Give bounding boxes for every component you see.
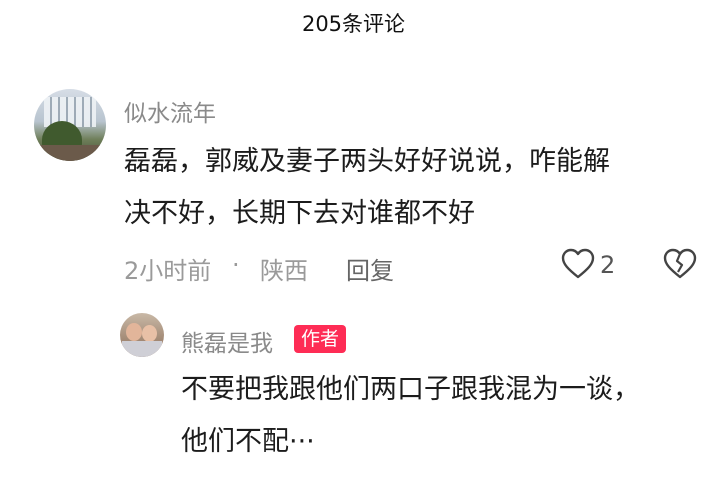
heart-outline-icon[interactable] [561, 248, 595, 280]
author-badge: 作者 [294, 325, 347, 353]
reply-button[interactable]: 回复 [346, 251, 394, 286]
comment-username[interactable]: 似水流年 [124, 94, 216, 128]
meta-separator: · [232, 251, 240, 279]
cutoff-fade [0, 470, 707, 500]
reply-text-line-1: 不要把我跟他们两口子跟我混为一谈， [181, 374, 640, 405]
comments-count-title: 205条评论 [301, 12, 406, 36]
like-count: 2 [600, 251, 616, 279]
avatar[interactable] [34, 89, 106, 161]
broken-heart-icon[interactable] [663, 248, 697, 280]
comment-text-line-2: 决不好，长期下去对谁都不好 [124, 198, 475, 229]
reply-avatar[interactable] [120, 313, 164, 357]
reply-username[interactable]: 熊磊是我 [181, 324, 273, 358]
reply-text-line-2: 他们不配··· [181, 426, 315, 457]
comment-location: 陕西 [260, 257, 308, 285]
comment-text-line-1: 磊磊，郭威及妻子两头好好说说，咋能解 [124, 146, 610, 177]
comment-time: 2小时前 [124, 257, 212, 285]
